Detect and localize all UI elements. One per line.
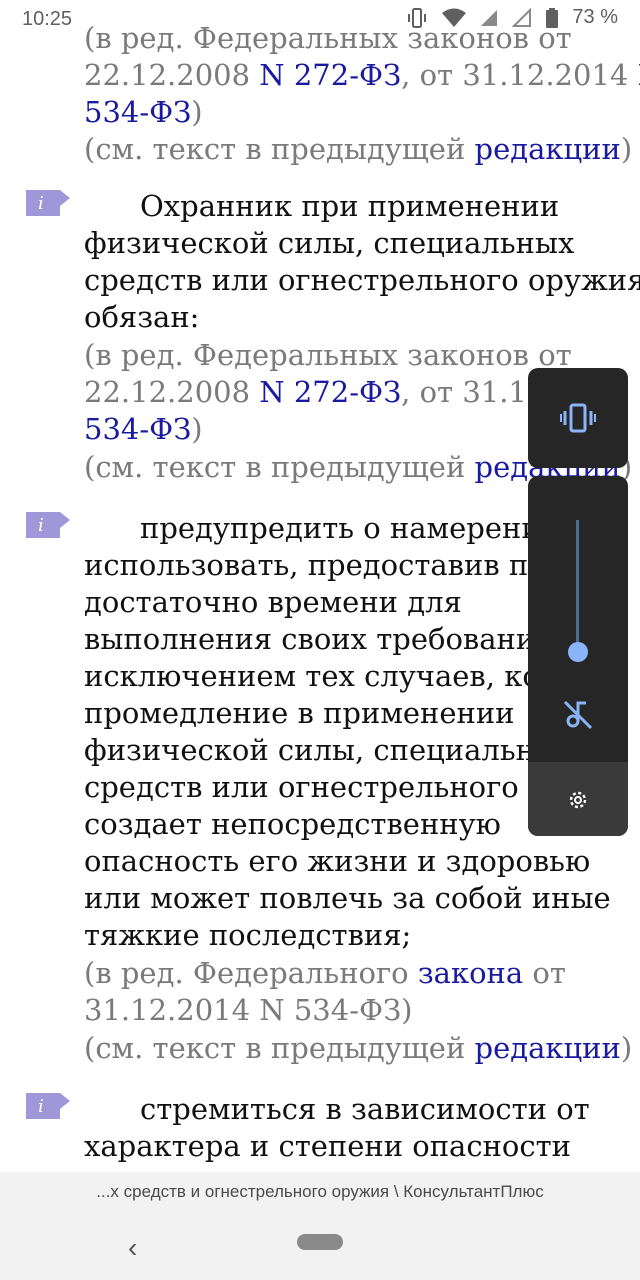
paragraph-text: тяжкие последствия;: [84, 918, 412, 952]
battery-icon: [546, 7, 559, 28]
clock: 10:25: [22, 8, 73, 30]
no-signal-icon: [512, 7, 532, 27]
note-text: 22.12.2008: [84, 58, 260, 92]
volume-slider-thumb[interactable]: [568, 642, 588, 662]
paragraph-text: стремиться в зависимости от: [140, 1092, 590, 1126]
vibrate-icon: [408, 7, 427, 28]
amendment-note: (в ред. Федерального закона от: [84, 955, 566, 992]
previous-edition-link[interactable]: редакции: [475, 1031, 621, 1065]
paragraph-text: Охранник при применении: [140, 189, 560, 223]
paragraph-text: средств или огнестрельного ору: [84, 770, 582, 804]
paragraph-text: предупредить о намерении: [140, 511, 560, 545]
paragraph-text: достаточно времени для: [84, 585, 462, 619]
note-text: от: [523, 956, 566, 990]
page-title[interactable]: ...х средств и огнестрельного оружия \ К…: [0, 1182, 640, 1202]
note-text: ): [620, 132, 633, 166]
status-bar: 10:25 73 %: [0, 0, 640, 38]
paragraph-text: физической силы, специальных: [84, 226, 575, 260]
note-text: ): [191, 412, 203, 446]
previous-edition-note: (см. текст в предыдущей редакции): [84, 131, 632, 168]
paragraph-text: выполнения своих требований: [84, 622, 555, 656]
volume-panel: [528, 476, 628, 836]
amendment-note: (в ред. Федеральных законов от: [84, 338, 572, 372]
vibrate-icon: [560, 403, 596, 433]
previous-edition-link[interactable]: редакции: [475, 132, 621, 166]
note-text: ): [191, 95, 203, 129]
volume-slider[interactable]: [576, 520, 579, 652]
ringer-mode-button[interactable]: [528, 368, 628, 468]
note-text: (в ред. Федерального: [84, 956, 418, 990]
amendment-note: 22.12.2008 N 272-ФЗ, от 31.12.2014 N: [84, 57, 640, 94]
paragraph-text: опасность его жизни и здоровью: [84, 844, 591, 878]
paragraph-text: средств или огнестрельного оружия: [84, 263, 640, 297]
paragraph-text: исключением тех случаев, когда: [84, 659, 591, 693]
svg-text:i: i: [38, 515, 44, 536]
paragraph-text: физической силы, специальных: [84, 733, 575, 767]
paragraph-text: создает непосредственную: [84, 807, 501, 841]
paragraph-text: характера и степени опасности: [84, 1129, 571, 1163]
law-link[interactable]: закона: [418, 956, 523, 990]
note-text: , от 31.12.2014: [401, 58, 638, 92]
battery-percent: 73 %: [572, 6, 618, 28]
svg-text:i: i: [38, 193, 44, 214]
paragraph-text: обязан:: [84, 300, 200, 334]
law-link[interactable]: N 272-ФЗ: [259, 58, 401, 92]
cell-signal-icon: [481, 9, 498, 26]
amendment-note: 31.12.2014 N 534-ФЗ): [84, 993, 413, 1027]
paragraph-text: или может повлечь за собой иные: [84, 881, 611, 915]
amendment-note: 534-ФЗ): [84, 94, 203, 131]
note-text: (см. текст в предыдущей: [84, 132, 475, 166]
music-note-off-icon[interactable]: [562, 698, 594, 730]
gear-icon: [569, 791, 587, 809]
note-text: (см. текст в предыдущей: [84, 1031, 475, 1065]
paragraph-text: использовать, предоставив при: [84, 548, 567, 582]
info-icon[interactable]: i: [26, 512, 70, 538]
info-icon[interactable]: i: [26, 190, 70, 216]
svg-text:i: i: [38, 1096, 44, 1117]
note-text: (см. текст в предыдущей: [84, 450, 475, 484]
law-link[interactable]: N 272-ФЗ: [259, 375, 401, 409]
bottom-bar: ...х средств и огнестрельного оружия \ К…: [0, 1172, 640, 1280]
volume-settings-button[interactable]: [528, 762, 628, 836]
back-button[interactable]: ‹: [128, 1232, 137, 1264]
note-text: 22.12.2008: [84, 375, 260, 409]
note-text: ): [620, 1031, 633, 1065]
law-link[interactable]: 534-ФЗ: [84, 412, 191, 446]
law-link[interactable]: 534-ФЗ: [84, 95, 191, 129]
home-button[interactable]: [297, 1234, 343, 1250]
amendment-note: 534-ФЗ): [84, 411, 203, 448]
wifi-icon: [442, 8, 467, 27]
info-icon[interactable]: i: [26, 1093, 70, 1119]
paragraph-text: промедление в применении: [84, 696, 515, 730]
previous-edition-note: (см. текст в предыдущей редакции): [84, 1030, 632, 1067]
